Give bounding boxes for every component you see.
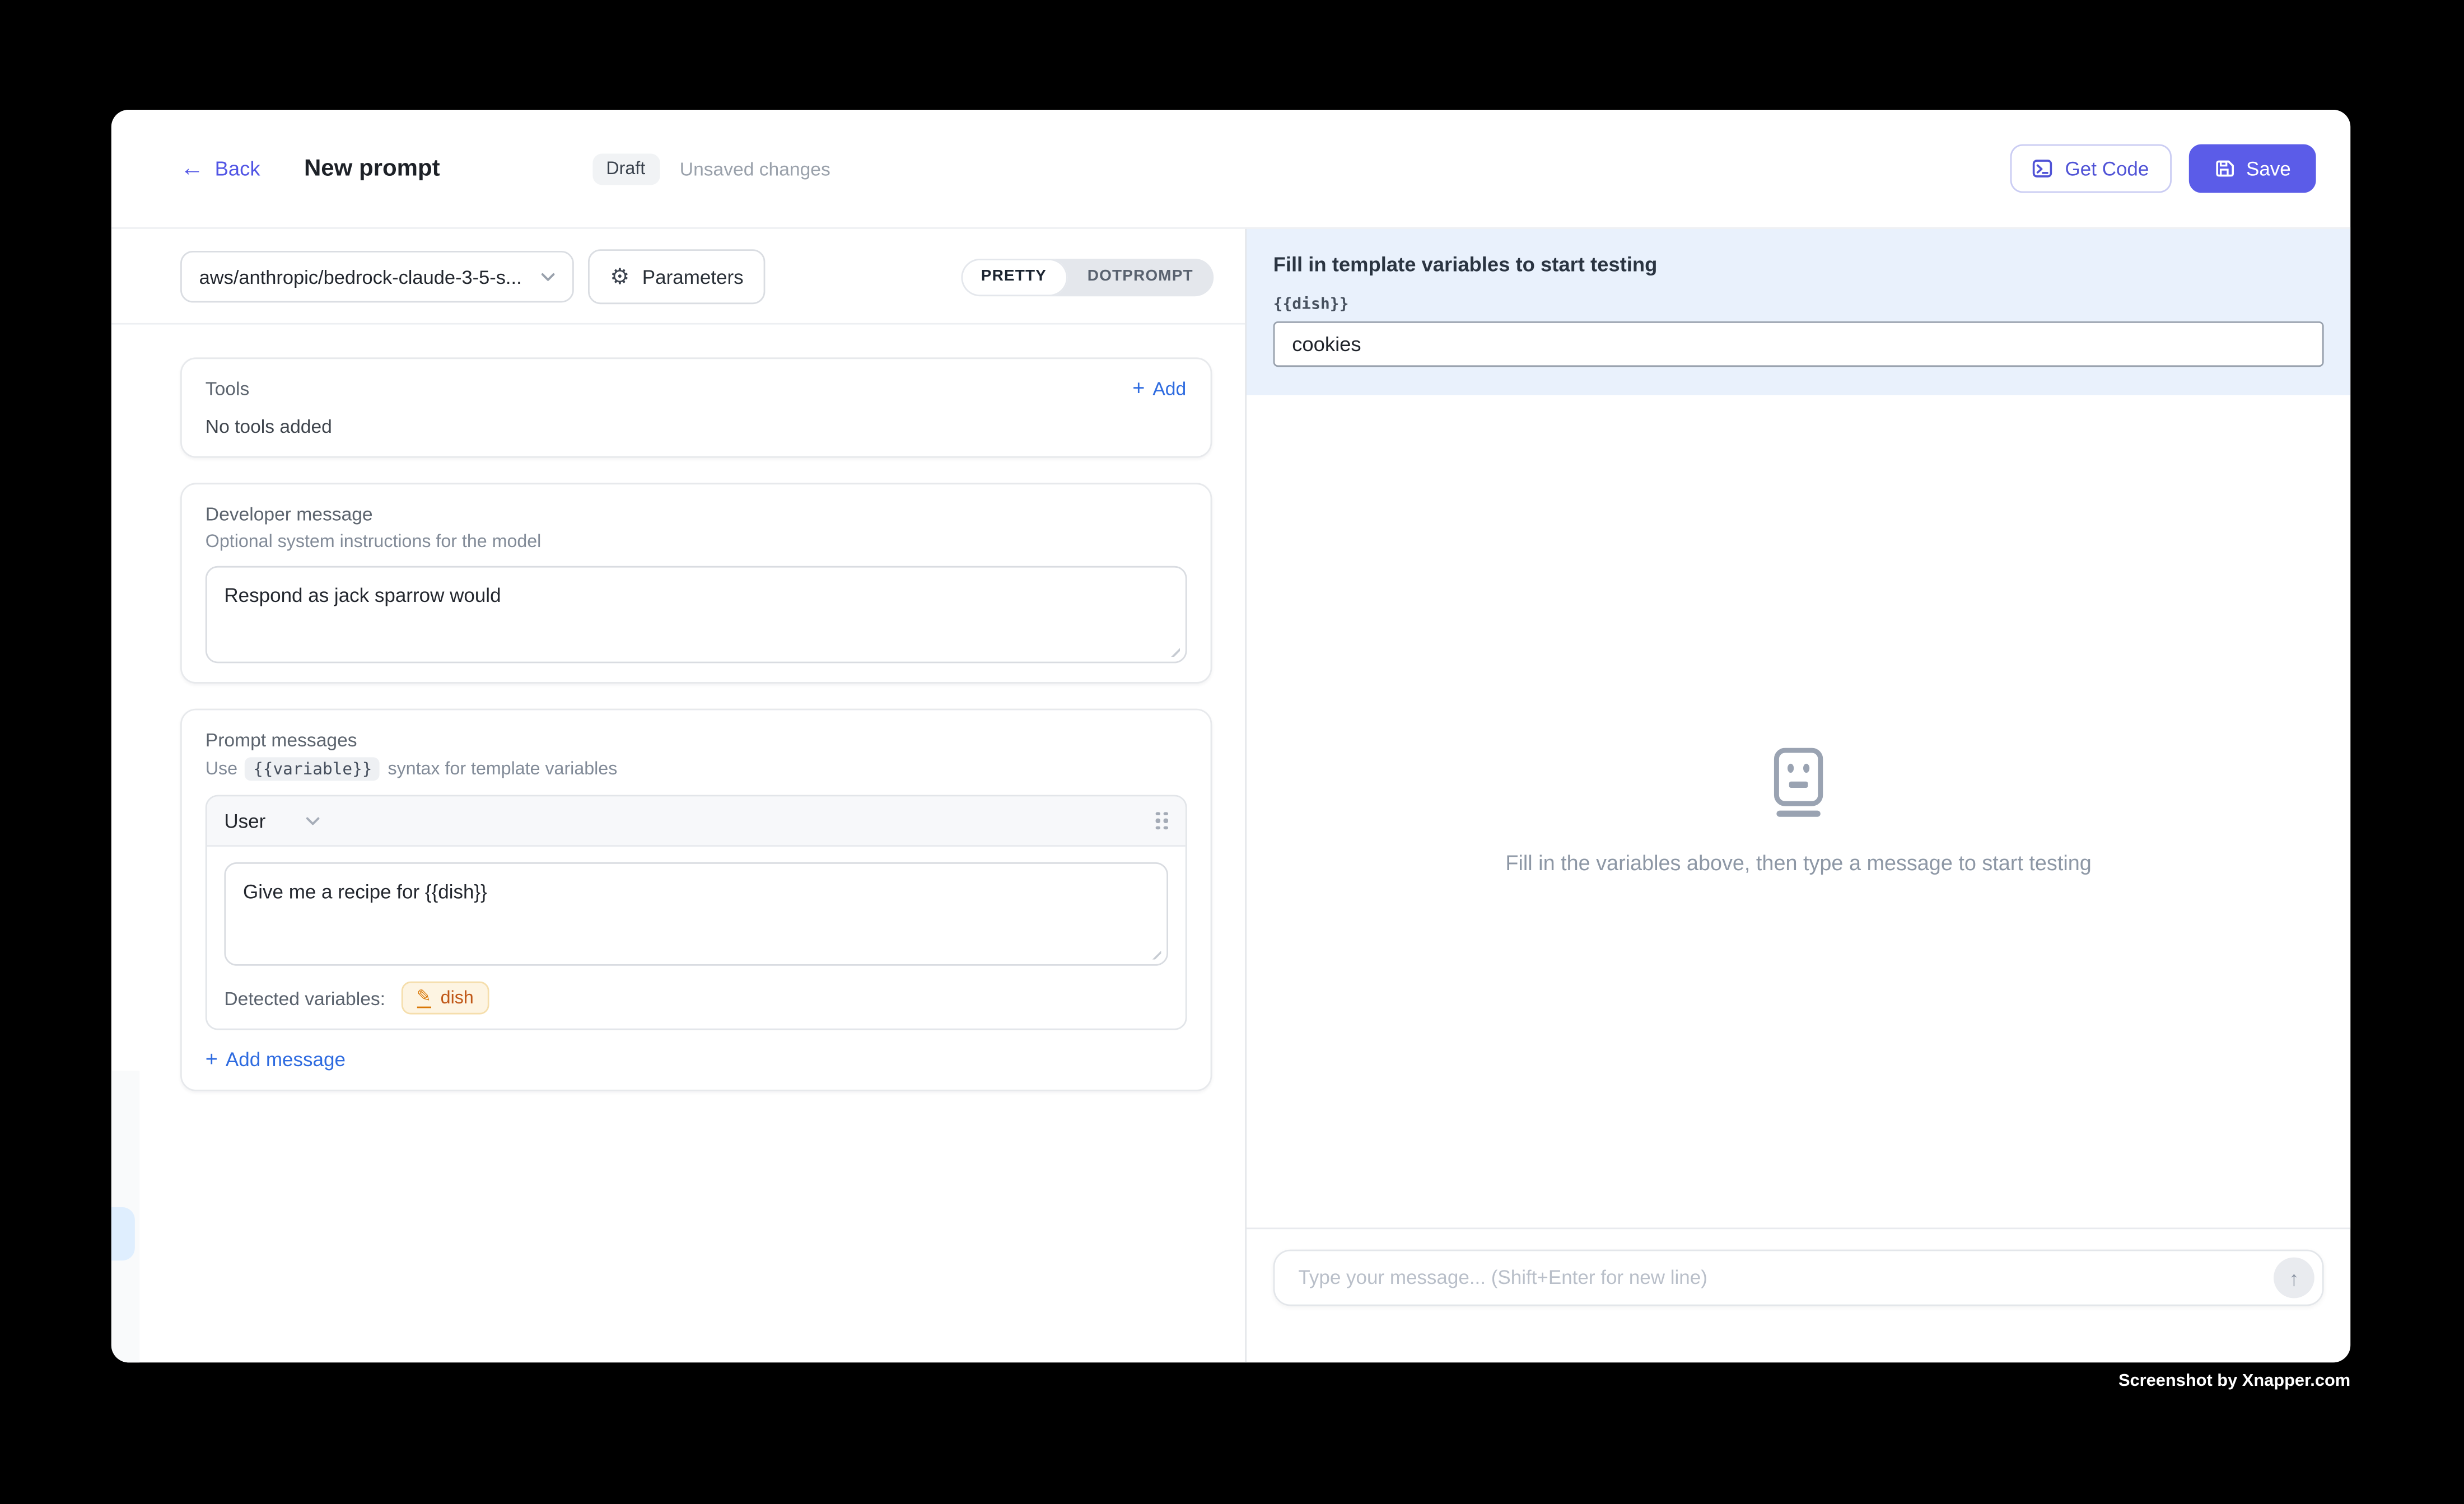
tools-empty-text: No tools added — [206, 415, 1186, 437]
template-variables-title: Fill in template variables to start test… — [1273, 253, 2324, 276]
user-message-input[interactable]: Give me a recipe for {{dish}} — [224, 862, 1167, 966]
plus-icon: + — [1132, 379, 1145, 400]
tools-card-header: Tools + Add — [206, 378, 1186, 400]
status-badge: Draft — [592, 153, 659, 184]
model-bar: aws/anthropic/bedrock-claude-3-5-s... ⚙ … — [111, 229, 1245, 323]
add-message-button[interactable]: + Add message — [206, 1049, 1186, 1071]
watermark-text: Screenshot by Xnapper.com — [111, 1372, 2350, 1391]
variable-dish-input[interactable] — [1273, 321, 2324, 367]
developer-message-title: Developer message — [206, 503, 1186, 525]
tools-title: Tools — [206, 378, 249, 400]
sidebar-active-item[interactable] — [111, 1207, 134, 1260]
message-body: Give me a recipe for {{dish}} Detected v… — [207, 847, 1185, 1029]
back-button[interactable]: ← Back — [180, 157, 260, 180]
editor-cards: Tools + Add No tools added Developer mes… — [111, 325, 1245, 1091]
prompt-messages-title: Prompt messages — [206, 729, 1186, 751]
message-header: User — [207, 796, 1185, 847]
prompt-messages-card: Prompt messages Use {{variable}} syntax … — [180, 709, 1211, 1091]
parameters-button[interactable]: ⚙ Parameters — [588, 249, 766, 304]
chat-message-input[interactable] — [1295, 1265, 2274, 1291]
parameters-label: Parameters — [642, 266, 744, 288]
model-select[interactable]: aws/anthropic/bedrock-claude-3-5-s... — [180, 251, 574, 302]
message-field-wrap: Give me a recipe for {{dish}} — [224, 862, 1167, 966]
pencil-icon: ✎ — [417, 988, 431, 1008]
header: ← Back New prompt Draft Unsaved changes … — [111, 110, 2350, 229]
plus-icon: + — [206, 1049, 218, 1071]
add-tool-button[interactable]: + Add — [1132, 378, 1186, 400]
save-label: Save — [2246, 157, 2291, 179]
toggle-pretty[interactable]: PRETTY — [960, 258, 1067, 296]
unsaved-changes-text: Unsaved changes — [680, 157, 830, 179]
sidebar-strip — [111, 1071, 139, 1362]
send-button[interactable]: ↑ — [2274, 1258, 2314, 1299]
get-code-button[interactable]: Get Code — [2010, 144, 2171, 193]
add-message-label: Add message — [226, 1049, 346, 1071]
gear-icon: ⚙ — [610, 266, 629, 288]
variable-syntax-chip: {{variable}} — [245, 757, 380, 781]
variable-dish-label: {{dish}} — [1273, 296, 2324, 314]
robot-face-icon — [1770, 748, 1827, 820]
detected-variables-label: Detected variables: — [224, 987, 385, 1009]
variable-chip-label: dish — [441, 988, 474, 1007]
app-window: ← Back New prompt Draft Unsaved changes … — [111, 110, 2350, 1362]
developer-message-card: Developer message Optional system instru… — [180, 483, 1211, 683]
add-tool-label: Add — [1152, 378, 1186, 400]
message-block: User G — [206, 795, 1186, 1030]
detected-variables-row: Detected variables: ✎ dish — [224, 982, 1167, 1015]
send-arrow-icon: ↑ — [2289, 1268, 2299, 1288]
drag-handle-icon[interactable] — [1156, 811, 1167, 830]
chevron-down-icon — [306, 816, 320, 825]
chat-empty-state: Fill in the variables above, then type a… — [1247, 395, 2350, 1228]
test-panel: Fill in template variables to start test… — [1245, 229, 2350, 1362]
developer-message-input[interactable]: Respond as jack sparrow would — [206, 566, 1186, 664]
chevron-down-icon — [541, 272, 555, 282]
hint-suffix: syntax for template variables — [388, 760, 617, 779]
template-variables-section: Fill in template variables to start test… — [1247, 229, 2350, 395]
save-icon — [2213, 158, 2233, 179]
back-arrow-icon: ← — [180, 157, 204, 180]
page: ← Back New prompt Draft Unsaved changes … — [0, 0, 2464, 1504]
role-select[interactable]: User — [224, 810, 320, 832]
role-label: User — [224, 810, 265, 832]
empty-state-text: Fill in the variables above, then type a… — [1505, 851, 2091, 875]
get-code-label: Get Code — [2065, 157, 2149, 179]
tools-card: Tools + Add No tools added — [180, 357, 1211, 457]
developer-message-field-wrap: Respond as jack sparrow would — [206, 566, 1186, 664]
header-actions: Get Code Save — [2010, 144, 2316, 193]
main-content: aws/anthropic/bedrock-claude-3-5-s... ⚙ … — [111, 229, 2350, 1362]
developer-message-subtitle: Optional system instructions for the mod… — [206, 533, 1186, 552]
back-label: Back — [215, 157, 260, 180]
prompt-editor-column: aws/anthropic/bedrock-claude-3-5-s... ⚙ … — [111, 229, 1245, 1362]
page-title: New prompt — [304, 155, 440, 182]
hint-prefix: Use — [206, 760, 237, 779]
chat-input-bar: ↑ — [1273, 1250, 2324, 1306]
chat-input-section: ↑ — [1247, 1227, 2350, 1362]
template-hint: Use {{variable}} syntax for template var… — [206, 757, 1186, 781]
view-mode-toggle: PRETTY DOTPROMPT — [960, 258, 1214, 296]
toggle-dotprompt[interactable]: DOTPROMPT — [1067, 258, 1214, 296]
variable-chip-dish[interactable]: ✎ dish — [401, 982, 489, 1015]
save-button[interactable]: Save — [2188, 144, 2316, 193]
terminal-icon — [2032, 158, 2052, 179]
model-select-value: aws/anthropic/bedrock-claude-3-5-s... — [199, 266, 522, 288]
